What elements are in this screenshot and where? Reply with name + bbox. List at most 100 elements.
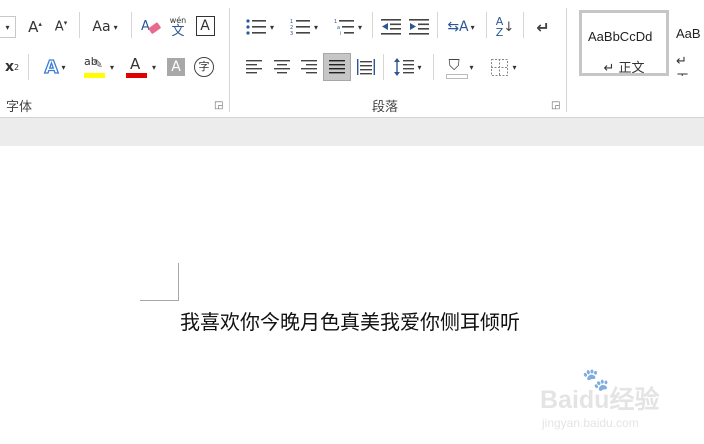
watermark-brand: Baidu经验 xyxy=(540,386,660,414)
eraser-icon: A xyxy=(141,19,161,34)
font-color-button[interactable]: A ▾ xyxy=(122,54,160,80)
justify-button[interactable] xyxy=(323,53,351,81)
ribbon: ▾ A▴ A▾ Aa ▾ A wén 文 A x 2 A ▾ ab ✎ ▾ A … xyxy=(0,0,704,117)
distributed-button[interactable] xyxy=(354,54,378,80)
line-spacing-icon xyxy=(394,58,415,76)
chevron-down-icon: ▾ xyxy=(151,62,156,72)
svg-text:A: A xyxy=(141,19,150,34)
change-case-label: Aa xyxy=(92,19,111,35)
font-dialog-launcher-icon[interactable]: ◲ xyxy=(214,100,223,111)
pen-icon: ✎ xyxy=(92,57,104,71)
bullets-button[interactable]: ▾ xyxy=(240,14,280,40)
separator xyxy=(437,12,438,38)
show-marks-button[interactable]: ↵ xyxy=(530,14,556,40)
chevron-down-icon: ▾ xyxy=(469,62,474,72)
paragraph-dialog-launcher-icon[interactable]: ◲ xyxy=(551,100,560,111)
align-center-button[interactable] xyxy=(270,54,294,80)
style-normal[interactable]: AaBbCcDd ↵ 正文 xyxy=(579,10,669,76)
document-text[interactable]: 我喜欢你今晚月色真美我爱你侧耳倾听 xyxy=(180,306,520,335)
align-right-icon xyxy=(301,60,317,74)
character-shading-button[interactable]: A xyxy=(164,56,188,78)
font-color-bar xyxy=(125,73,147,78)
text-direction-button[interactable]: ⇆A ▾ xyxy=(442,14,480,40)
font-color-icon: A xyxy=(125,55,148,79)
sort-button[interactable]: AZ ↓ xyxy=(492,14,518,40)
phonetic-guide-button[interactable]: wén 文 xyxy=(166,12,190,42)
chevron-down-icon: ▾ xyxy=(512,62,517,72)
watermark: 🐾 Baidu经验 jingyan.baidu.com xyxy=(540,368,700,438)
multilevel-list-button[interactable]: 1 a i ▾ xyxy=(328,14,368,40)
character-shading-icon: A xyxy=(167,58,185,76)
highlight-color-bar xyxy=(83,73,105,78)
paragraph-mark-icon: ↵ xyxy=(536,17,550,37)
svg-text:i: i xyxy=(340,31,341,36)
ruler-band xyxy=(0,117,704,147)
enclose-characters-button[interactable]: 字 xyxy=(192,55,216,79)
chevron-down-icon: ▾ xyxy=(470,22,475,32)
style-sample: AaB xyxy=(676,26,701,41)
superscript-button[interactable]: x 2 xyxy=(0,56,24,78)
multilevel-list-icon: 1 a i xyxy=(334,19,354,36)
separator xyxy=(372,12,373,38)
margin-corner-mark xyxy=(140,263,179,301)
font-group-label: 字体 xyxy=(6,100,33,115)
chevron-down-icon: ▾ xyxy=(313,22,318,32)
font-size-dropdown-edge[interactable]: ▾ xyxy=(0,16,16,38)
shrink-font-icon: A▾ xyxy=(54,19,68,35)
grow-font-icon: A▴ xyxy=(28,18,42,36)
group-divider xyxy=(566,8,567,112)
svg-text:3: 3 xyxy=(290,31,293,36)
grow-font-button[interactable]: A▴ xyxy=(24,16,46,38)
align-left-button[interactable] xyxy=(242,54,266,80)
text-effects-button[interactable]: A ▾ xyxy=(36,54,74,80)
change-case-button[interactable]: Aa ▾ xyxy=(86,16,124,38)
style-no-spacing[interactable]: AaB ↵ 无 xyxy=(670,10,704,76)
highlight-icon: ab ✎ xyxy=(83,55,106,79)
font-color-label: A xyxy=(129,55,141,73)
style-name: ↵ 无 xyxy=(676,54,689,76)
style-sample: AaBbCcDd xyxy=(588,29,653,44)
arrow-down-icon: ↓ xyxy=(503,19,515,35)
phonetic-guide-char: 文 xyxy=(171,23,185,39)
shrink-font-button[interactable]: A▾ xyxy=(50,16,72,38)
align-right-button[interactable] xyxy=(297,54,321,80)
numbering-button[interactable]: 1 2 3 ▾ xyxy=(284,14,324,40)
align-left-icon xyxy=(246,60,262,74)
separator xyxy=(433,54,434,80)
shading-button[interactable]: ⛉ ▾ xyxy=(440,54,480,80)
separator xyxy=(383,54,384,80)
clear-formatting-button[interactable]: A xyxy=(138,14,164,40)
style-name: ↵ 正文 xyxy=(603,61,645,76)
chevron-down-icon: ▾ xyxy=(357,22,362,32)
chevron-down-icon: ▾ xyxy=(417,62,422,72)
superscript-label: x xyxy=(4,59,14,75)
character-border-icon: A xyxy=(195,16,215,36)
separator xyxy=(486,12,487,38)
document-page[interactable]: 我喜欢你今晚月色真美我爱你侧耳倾听 🐾 Baidu经验 jingyan.baid… xyxy=(0,146,704,444)
numbering-icon: 1 2 3 xyxy=(290,19,310,36)
chevron-down-icon: ▾ xyxy=(61,62,66,72)
highlight-color-button[interactable]: ab ✎ ▾ xyxy=(80,54,118,80)
increase-indent-icon xyxy=(409,19,429,35)
separator xyxy=(131,12,132,38)
watermark-url: jingyan.baidu.com xyxy=(542,416,639,430)
distributed-icon xyxy=(357,59,375,75)
justify-icon xyxy=(329,60,345,74)
chevron-down-icon: ▾ xyxy=(269,22,274,32)
separator xyxy=(523,12,524,38)
enclose-characters-icon: 字 xyxy=(194,57,214,77)
text-effects-icon: A xyxy=(44,56,59,78)
chevron-down-icon: ▾ xyxy=(113,22,118,32)
increase-indent-button[interactable] xyxy=(406,14,432,40)
borders-icon xyxy=(491,58,509,76)
character-border-button[interactable]: A xyxy=(194,15,216,37)
line-spacing-button[interactable]: ▾ xyxy=(388,54,428,80)
chevron-down-icon: ▾ xyxy=(109,62,114,72)
decrease-indent-button[interactable] xyxy=(378,14,404,40)
separator xyxy=(79,12,80,38)
superscript-mark: 2 xyxy=(13,62,20,72)
sort-icon: AZ xyxy=(495,15,504,39)
text-direction-icon: ⇆A xyxy=(447,19,469,35)
align-center-icon xyxy=(274,60,290,74)
borders-button[interactable]: ▾ xyxy=(484,54,524,80)
